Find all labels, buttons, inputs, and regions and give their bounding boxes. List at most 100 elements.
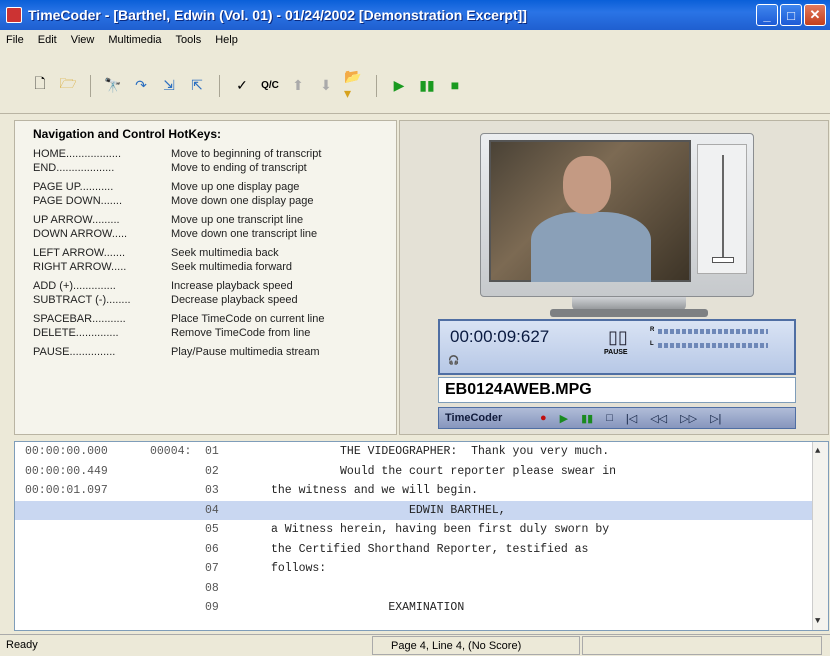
hotkey-description: Remove TimeCode from line bbox=[171, 327, 311, 339]
hotkey-key: ADD (+).............. bbox=[33, 280, 116, 292]
transcript-line[interactable]: 07 follows: bbox=[15, 559, 828, 579]
line-timecode: 00:00:01.097 bbox=[25, 484, 108, 497]
title-bar: TimeCoder - [Barthel, Edwin (Vol. 01) - … bbox=[0, 0, 830, 30]
line-number: 02 bbox=[205, 464, 219, 478]
transcript-line[interactable]: 08 bbox=[15, 579, 828, 599]
line-timecode: 00:00:00.000 bbox=[25, 445, 108, 458]
hotkey-row: PAGE DOWN....... Move down one display pa… bbox=[33, 194, 396, 208]
audio-meter-left bbox=[658, 343, 768, 348]
transcript-line[interactable]: 06 the Certified Shorthand Reporter, test… bbox=[15, 540, 828, 560]
find-icon[interactable]: 🔭 bbox=[103, 75, 123, 95]
maximize-button[interactable]: □ bbox=[780, 4, 802, 26]
minimize-button[interactable]: _ bbox=[756, 4, 778, 26]
menu-tools[interactable]: Tools bbox=[176, 34, 202, 46]
goto-icon[interactable]: ↷ bbox=[131, 75, 151, 95]
stop-icon[interactable]: ■ bbox=[445, 75, 465, 95]
scroll-up-icon[interactable]: ▲ bbox=[815, 446, 820, 456]
menu-file[interactable]: File bbox=[6, 34, 24, 46]
line-timecode: 00:00:00.449 bbox=[25, 464, 108, 478]
hotkey-description: Move up one transcript line bbox=[171, 214, 304, 226]
pause-button[interactable]: ▮▮ bbox=[581, 412, 593, 425]
next-icon[interactable]: ⇲ bbox=[159, 75, 179, 95]
vertical-scrollbar[interactable]: ▲ ▼ bbox=[812, 442, 828, 630]
status-extra bbox=[582, 636, 822, 655]
skip-end-button[interactable]: ▷| bbox=[710, 412, 721, 425]
close-button[interactable]: ✕ bbox=[804, 4, 826, 26]
new-document-icon[interactable]: 🗋 bbox=[30, 75, 50, 95]
hotkey-description: Increase playback speed bbox=[171, 280, 293, 292]
hotkey-row: SPACEBAR........... Place TimeCode on cur… bbox=[33, 312, 396, 326]
hotkey-row: ADD (+).............. Increase playback s… bbox=[33, 279, 396, 293]
hotkey-key: DELETE.............. bbox=[33, 327, 119, 339]
media-filename: EB0124AWEB.MPG bbox=[438, 377, 796, 403]
transcript-line[interactable]: 04 EDWIN BARTHEL, bbox=[15, 500, 828, 520]
rewind-button[interactable]: ◁◁ bbox=[650, 412, 667, 425]
video-subject-shirt bbox=[531, 212, 651, 282]
play-icon[interactable]: ▶ bbox=[389, 75, 409, 95]
menu-multimedia[interactable]: Multimedia bbox=[108, 34, 161, 46]
transcript-line[interactable]: 09 EXAMINATION bbox=[15, 598, 828, 618]
hotkeys-list: HOME.................. Move to beginning … bbox=[33, 147, 396, 359]
hotkey-description: Move to ending of transcript bbox=[171, 162, 307, 174]
hotkeys-title: Navigation and Control HotKeys: bbox=[33, 127, 222, 141]
line-number: 09 bbox=[205, 601, 219, 614]
transcript-line[interactable]: 05 a Witness herein, having been first du… bbox=[15, 520, 828, 540]
record-button[interactable]: ● bbox=[540, 412, 547, 424]
video-screen[interactable] bbox=[489, 140, 691, 282]
scroll-down-icon[interactable]: ▼ bbox=[815, 616, 820, 626]
hotkey-row: LEFT ARROW....... Seek multimedia back bbox=[33, 246, 396, 260]
hotkey-row: END................... Move to ending of … bbox=[33, 161, 396, 175]
skip-start-button[interactable]: |◁ bbox=[626, 412, 637, 425]
down-arrow-icon[interactable]: ⬇ bbox=[316, 75, 336, 95]
line-number: 05 bbox=[205, 523, 219, 536]
hotkey-description: Move down one display page bbox=[171, 195, 314, 207]
check-icon[interactable]: ✓ bbox=[232, 75, 252, 95]
up-arrow-icon[interactable]: ⬆ bbox=[288, 75, 308, 95]
pause-icon[interactable]: ▮▮ bbox=[417, 75, 437, 95]
hotkey-description: Place TimeCode on current line bbox=[171, 313, 325, 325]
status-ready: Ready bbox=[6, 639, 38, 651]
transcript-line[interactable]: 00:00:01.097 03 the witness and we will be… bbox=[15, 481, 828, 501]
menu-edit[interactable]: Edit bbox=[38, 34, 57, 46]
toolbar-separator bbox=[376, 75, 377, 97]
hotkey-key: LEFT ARROW....... bbox=[33, 247, 126, 259]
toolbar: 🗋 🗁 🔭 ↷ ⇲ ⇱ ✓ Q/C ⬆ ⬇ 📂▾ ▶ ▮▮ ■ bbox=[0, 52, 830, 114]
prev-icon[interactable]: ⇱ bbox=[187, 75, 207, 95]
hotkey-key: SPACEBAR........... bbox=[33, 313, 126, 325]
folder-dropdown-icon[interactable]: 📂▾ bbox=[344, 68, 364, 101]
line-number: 04 bbox=[205, 503, 219, 517]
hotkey-description: Play/Pause multimedia stream bbox=[171, 346, 320, 358]
slider-knob[interactable] bbox=[712, 257, 734, 263]
play-button[interactable]: ▶ bbox=[560, 412, 568, 425]
hotkey-row: UP ARROW......... Move up one transcript … bbox=[33, 213, 396, 227]
status-position: Page 4, Line 4, (No Score) bbox=[372, 636, 580, 655]
menu-bar: File Edit View Multimedia Tools Help bbox=[0, 30, 830, 50]
video-subject-face bbox=[563, 156, 611, 214]
line-number: 07 bbox=[205, 562, 219, 575]
slider-track-line bbox=[722, 155, 724, 263]
pause-state-icon: ▯▯ bbox=[608, 327, 628, 347]
volume-slider[interactable] bbox=[697, 144, 747, 274]
meter-r-label: R bbox=[650, 327, 655, 333]
hotkey-key: PAGE UP........... bbox=[33, 181, 114, 193]
video-monitor bbox=[480, 133, 754, 297]
app-icon[interactable] bbox=[6, 7, 22, 23]
monitor-base bbox=[550, 309, 708, 317]
open-folder-icon[interactable]: 🗁 bbox=[58, 75, 78, 95]
hotkey-row: SUBTRACT (-)........ Decrease playback sp… bbox=[33, 293, 396, 307]
stop-button[interactable]: □ bbox=[606, 412, 613, 424]
transcript-line[interactable]: 00:00:00.000 00004: 01 THE VIDEOGRAPHER: T… bbox=[15, 442, 828, 462]
line-number: 01 bbox=[205, 445, 219, 458]
hotkeys-panel: Navigation and Control HotKeys: HOME....… bbox=[14, 120, 397, 435]
toolbar-separator bbox=[219, 75, 220, 97]
timecoder-brand: TimeCoder bbox=[445, 412, 503, 424]
media-panel: 00:00:09:627 ▯▯ PAUSE R L 🎧 EB0124AWEB.M… bbox=[399, 120, 829, 435]
transcript-view[interactable]: 00:00:00.000 00004: 01 THE VIDEOGRAPHER: T… bbox=[14, 441, 829, 631]
menu-help[interactable]: Help bbox=[215, 34, 238, 46]
transcript-line[interactable]: 00:00:00.449 02 Would the court reporter … bbox=[15, 462, 828, 482]
menu-view[interactable]: View bbox=[71, 34, 95, 46]
line-number: 03 bbox=[205, 484, 219, 497]
hotkey-row: DELETE.............. Remove TimeCode from… bbox=[33, 326, 396, 340]
qc-icon[interactable]: Q/C bbox=[260, 75, 280, 95]
fast-forward-button[interactable]: ▷▷ bbox=[680, 412, 697, 425]
